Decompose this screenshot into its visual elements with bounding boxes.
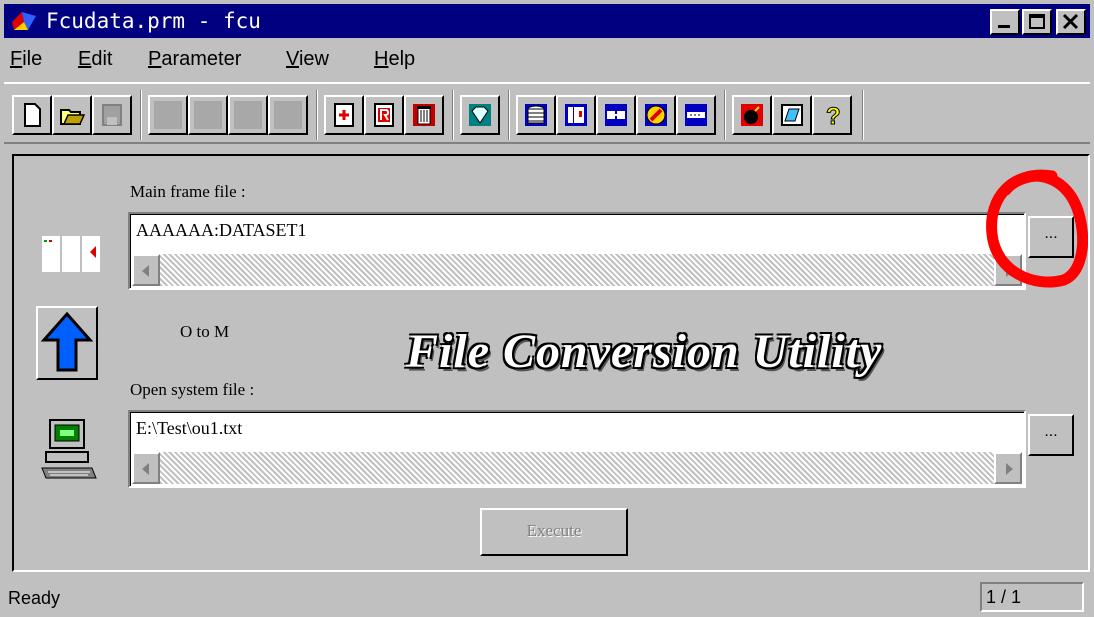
app-window: Fcudata.prm - fcu File Edit Parameter Vi… [0, 0, 1094, 617]
scroll-right-arrow-icon [1006, 463, 1013, 475]
disabled-2-icon [194, 101, 222, 129]
direction-label: O to M [180, 322, 230, 341]
scroll-left-button[interactable] [132, 452, 160, 484]
toolbar-separator [140, 90, 142, 140]
menu-view[interactable]: View [286, 48, 329, 71]
toolbar-button-disabled-2[interactable] [188, 95, 228, 135]
connector-icon [605, 104, 627, 126]
window-title: Fcudata.prm - fcu [46, 9, 261, 33]
scroll-left-arrow-icon [142, 463, 149, 475]
diamond-icon [469, 104, 491, 126]
open-system-file-field[interactable]: E:\Test\ou1.txt [128, 410, 1026, 488]
maximize-button[interactable] [1022, 9, 1052, 35]
frame-button[interactable] [556, 95, 596, 135]
scroll-left-arrow-icon [142, 265, 149, 277]
minimize-icon [998, 25, 1010, 28]
pencil-circle-icon [645, 104, 667, 126]
app-banner-title: File Conversion Utility [406, 325, 883, 378]
stack-icon [525, 104, 547, 126]
open-system-hscrollbar[interactable] [132, 452, 1022, 484]
close-button[interactable] [1056, 9, 1086, 35]
pencil-circle-button[interactable] [636, 95, 676, 135]
mainframe-file-label: Main frame file : [130, 182, 246, 201]
app-logo-icon [12, 12, 36, 30]
help-button[interactable]: ? [812, 95, 852, 135]
toolbar: ? [4, 82, 1090, 144]
title-bar[interactable]: Fcudata.prm - fcu [4, 4, 1090, 38]
svg-text:?: ? [826, 103, 841, 129]
disabled-1-icon [154, 101, 182, 129]
delete-button[interactable] [404, 95, 444, 135]
stack-button[interactable] [516, 95, 556, 135]
open-system-file-value: E:\Test\ou1.txt [136, 418, 243, 438]
connector-button[interactable] [596, 95, 636, 135]
direction-toggle-button[interactable] [36, 306, 98, 380]
bomb-icon [741, 104, 763, 126]
help-question-icon: ? [826, 103, 842, 130]
open-system-browse-button[interactable]: ... [1028, 414, 1074, 456]
mainframe-browse-button[interactable]: ... [1028, 216, 1074, 258]
toolbar-separator [862, 90, 864, 140]
save-icon [102, 104, 122, 126]
menu-file[interactable]: File [10, 48, 42, 71]
edit-note-icon [781, 104, 803, 126]
new-file-icon [24, 103, 41, 127]
close-icon [1062, 13, 1079, 30]
scroll-right-button[interactable] [994, 452, 1022, 484]
minimize-button[interactable] [990, 9, 1020, 35]
toolbar-separator [508, 90, 510, 140]
maximize-icon [1029, 14, 1045, 29]
mainframe-hscrollbar[interactable] [132, 254, 1022, 286]
computer-icon [41, 419, 97, 479]
menu-bar: File Edit Parameter View Help [4, 40, 1090, 78]
toolbar-button-disabled-1[interactable] [148, 95, 188, 135]
disabled-4-icon [274, 101, 302, 129]
toolbar-button-disabled-4[interactable] [268, 95, 308, 135]
scroll-right-arrow-icon [1006, 265, 1013, 277]
up-arrow-icon [40, 311, 94, 372]
scroll-left-button[interactable] [132, 254, 160, 286]
menu-help[interactable]: Help [374, 48, 415, 71]
execute-button[interactable]: Execute [480, 508, 628, 556]
scroll-right-button[interactable] [994, 254, 1022, 286]
toolbar-separator [452, 90, 454, 140]
open-file-button[interactable] [52, 95, 92, 135]
open-folder-icon [60, 109, 86, 125]
toolbar-button-disabled-3[interactable] [228, 95, 268, 135]
status-text: Ready [8, 588, 61, 608]
menu-parameter[interactable]: Parameter [148, 48, 241, 71]
mainframe-icon [42, 236, 100, 272]
open-system-file-label: Open system file : [130, 380, 255, 399]
add-record-icon [334, 103, 354, 127]
add-record-button[interactable] [324, 95, 364, 135]
mainframe-file-field[interactable]: AAAAAA:DATASET1 [128, 212, 1026, 290]
new-file-button[interactable] [12, 95, 52, 135]
menu-edit[interactable]: Edit [78, 48, 112, 71]
bomb-button[interactable] [732, 95, 772, 135]
toolbar-separator [724, 90, 726, 140]
page-indicator: 1 / 1 [980, 582, 1084, 612]
delete-trash-icon [413, 104, 435, 126]
r-record-button[interactable] [364, 95, 404, 135]
disabled-3-icon [234, 101, 262, 129]
toolbar-separator [316, 90, 318, 140]
diamond-button[interactable] [460, 95, 500, 135]
execute-label: Execute [526, 521, 582, 540]
save-button[interactable] [92, 95, 132, 135]
ruler-button[interactable] [676, 95, 716, 135]
r-record-icon [374, 103, 394, 127]
mainframe-file-value: AAAAAA:DATASET1 [136, 220, 307, 240]
status-bar: Ready 1 / 1 [4, 578, 1090, 614]
edit-note-button[interactable] [772, 95, 812, 135]
frame-icon [565, 104, 587, 126]
conversion-panel: Main frame file : AAAAAA:DATASET1 ... O … [12, 154, 1090, 572]
ruler-icon [685, 104, 707, 126]
